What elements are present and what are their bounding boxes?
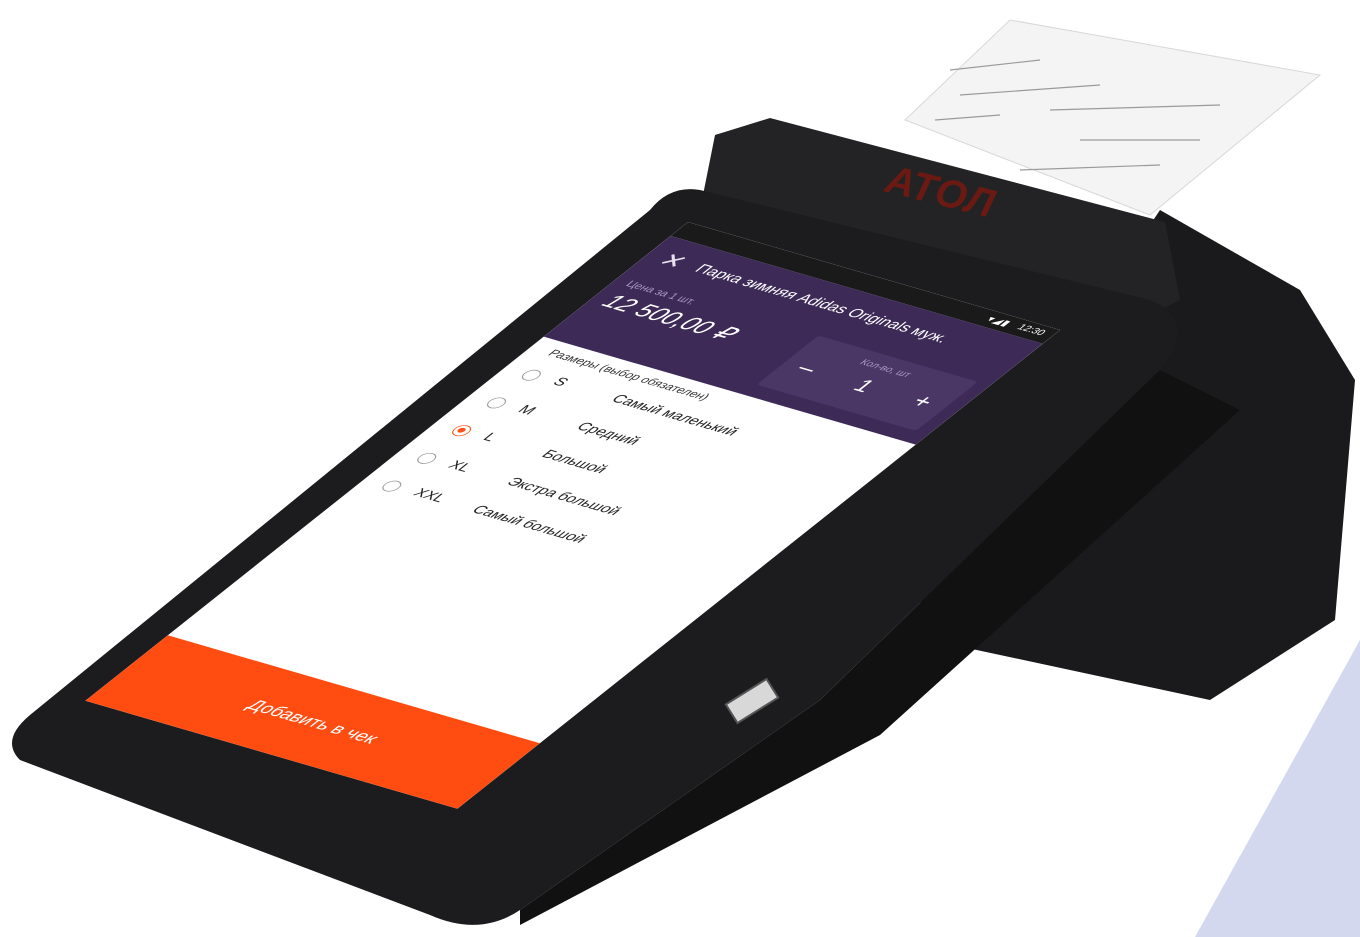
scene: АТОЛ ▾◢▮ 12:30 ✕ Парка зимняя Adidas Ori… — [0, 0, 1360, 937]
option-code: S — [548, 375, 572, 390]
radio-button[interactable] — [483, 395, 510, 411]
signal-icon: ▾◢▮ — [983, 314, 1014, 329]
close-icon[interactable]: ✕ — [650, 248, 697, 273]
radio-button-checked[interactable] — [448, 423, 476, 438]
radio-button[interactable] — [378, 479, 406, 494]
status-time: 12:30 — [1014, 322, 1049, 338]
radio-button[interactable] — [517, 368, 545, 383]
radio-button[interactable] — [413, 451, 441, 466]
